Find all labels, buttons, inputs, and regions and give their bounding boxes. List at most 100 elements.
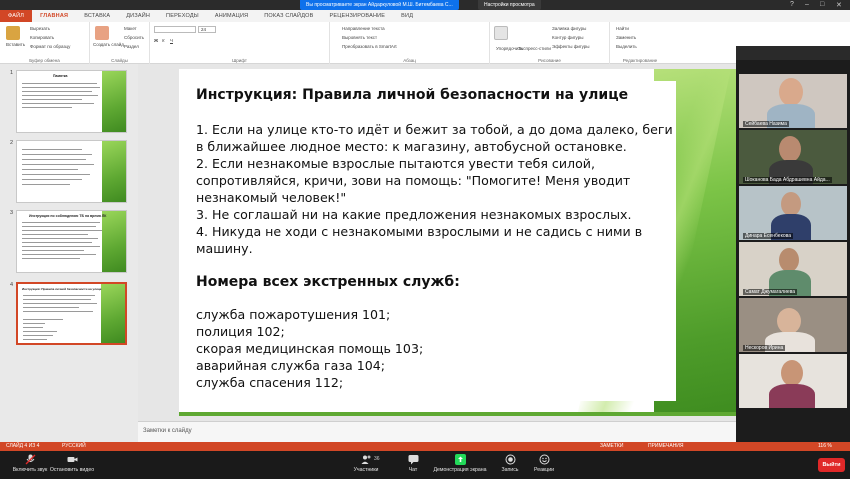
new-slide-icon[interactable] <box>95 26 109 40</box>
thumb-text-line <box>22 250 84 252</box>
thumb-text-line <box>22 154 92 156</box>
shape-fill-button[interactable]: Заливка фигуры <box>552 26 586 31</box>
service-ambulance: скорая медицинская помощь 103; <box>196 341 424 356</box>
tab-transitions[interactable]: ПЕРЕХОДЫ <box>158 10 207 22</box>
tab-view[interactable]: ВИД <box>393 10 421 22</box>
font-family-select[interactable] <box>154 26 196 33</box>
slide-counter: СЛАЙД 4 ИЗ 4 <box>6 443 40 449</box>
text-direction-button[interactable]: Направление текста <box>342 26 385 31</box>
align-text-button[interactable]: Выровнять текст <box>342 35 377 40</box>
thumb-green-bar <box>102 141 126 202</box>
participant-tile[interactable] <box>739 354 847 408</box>
thumb-text-line <box>22 258 80 260</box>
thumb-text-line <box>22 246 100 248</box>
stop-video-label: Остановить видео <box>49 467 95 473</box>
minimize-icon[interactable]: – <box>805 1 809 8</box>
font-size-select[interactable]: 24 <box>198 26 216 33</box>
video-gallery: Сейбаева Назима Шоканова Бада Абдрашевна… <box>736 46 850 442</box>
select-button[interactable]: Выделить <box>616 44 637 49</box>
clipboard-group-label: Буфер обмена <box>29 58 60 63</box>
tab-slideshow[interactable]: ПОКАЗ СЛАЙДОВ <box>256 10 321 22</box>
thumb-text-line <box>23 319 63 321</box>
chat-icon <box>408 454 419 465</box>
slide-heading: Инструкция: Правила личной безопасности … <box>196 87 629 103</box>
zoom-toolbar: Включить звук Остановить видео Участники… <box>0 451 850 479</box>
current-slide[interactable]: Инструкция: Правила личной безопасности … <box>179 69 796 416</box>
find-button[interactable]: Найти <box>616 26 629 31</box>
maximize-icon[interactable]: □ <box>820 1 824 8</box>
bold-button[interactable]: Ж <box>154 38 158 43</box>
leave-button[interactable]: Выйти <box>818 458 845 472</box>
layout-button[interactable]: Макет <box>124 26 137 31</box>
shapes-gallery[interactable] <box>494 26 508 40</box>
notes-placeholder: Заметки к слайду <box>143 428 192 434</box>
participant-tile[interactable]: Нескоров Ирина <box>739 298 847 352</box>
shape-effects-button[interactable]: Эффекты фигуры <box>552 44 590 49</box>
slide-point-3: 3. Не соглашай ни на какие предложения н… <box>196 207 632 222</box>
editing-group-label: Редактирование <box>622 58 658 63</box>
ribbon-tabs: ФАЙЛ ГЛАВНАЯ ВСТАВКА ДИЗАЙН ПЕРЕХОДЫ АНИ… <box>0 10 850 22</box>
thumb-text-line <box>23 299 91 301</box>
new-slide-button[interactable]: Создать слайд <box>93 42 124 47</box>
participant-face <box>781 360 803 386</box>
thumb-text-line <box>22 99 82 101</box>
paste-button[interactable]: Вставить <box>6 42 25 47</box>
section-button[interactable]: Раздел <box>124 44 139 49</box>
thumb-number: 1 <box>10 70 14 76</box>
shape-outline-button[interactable]: Контур фигуры <box>552 35 583 40</box>
replace-button[interactable]: Заменить <box>616 35 636 40</box>
paragraph-group: Направление текста Выровнять текст Преоб… <box>330 22 490 64</box>
slides-group: Создать слайд Макет Сбросить Раздел Слай… <box>90 22 150 64</box>
help-icon[interactable]: ? <box>790 1 794 8</box>
slide-thumbnail-2[interactable] <box>16 140 127 203</box>
share-screen-icon <box>454 454 466 465</box>
copy-button[interactable]: Копировать <box>30 35 54 40</box>
participants-label: Участники <box>353 467 379 473</box>
slide-point-2: 2. Если незнакомые взрослые пытаются уве… <box>196 156 631 205</box>
slide-thumbnail-3[interactable]: Инструкция по соблюдению ТБ на время ЛК <box>16 210 127 273</box>
notes-toggle[interactable]: ЗАМЕТКИ <box>600 442 623 451</box>
thumb-text-line <box>22 184 70 186</box>
stop-video-button[interactable]: Остановить видео <box>42 454 102 473</box>
thumb-text-line <box>22 83 97 85</box>
underline-button[interactable]: Ч <box>170 38 173 43</box>
clipboard-group: Вставить Вырезать Копировать Формат по о… <box>0 22 90 64</box>
comments-toggle[interactable]: ПРИМЕЧАНИЯ <box>648 442 684 451</box>
thumb-title: Инструкция: Правила личной безопасности … <box>22 287 102 291</box>
slide-thumbnail-4[interactable]: Инструкция: Правила личной безопасности … <box>16 282 127 345</box>
reactions-button[interactable]: Реакции <box>514 454 574 473</box>
participant-body <box>769 384 815 408</box>
convert-smartart-button[interactable]: Преобразовать в SmartArt <box>342 44 397 49</box>
cut-button[interactable]: Вырезать <box>30 26 50 31</box>
language-indicator[interactable]: РУССКИЙ <box>62 442 86 451</box>
participant-tile[interactable]: Сейбаева Назима <box>739 74 847 128</box>
participant-tile[interactable]: Динара Есенбекова <box>739 186 847 240</box>
tab-review[interactable]: РЕЦЕНЗИРОВАНИЕ <box>321 10 393 22</box>
format-painter-button[interactable]: Формат по образцу <box>30 44 70 49</box>
tab-insert[interactable]: ВСТАВКА <box>76 10 118 22</box>
paste-icon[interactable] <box>6 26 20 40</box>
tab-file[interactable]: ФАЙЛ <box>0 10 33 22</box>
view-options-button[interactable]: Настройки просмотра <box>478 0 541 10</box>
tab-design[interactable]: ДИЗАЙН <box>118 10 158 22</box>
slide-text-box[interactable]: Инструкция: Правила личной безопасности … <box>196 81 676 401</box>
service-gas: аварийная служба газа 104; <box>196 358 386 373</box>
ribbon: Вставить Вырезать Копировать Формат по о… <box>0 22 850 64</box>
reactions-icon <box>539 454 550 465</box>
italic-button[interactable]: К <box>162 38 165 43</box>
thumb-title: Инструкция по соблюдению ТБ на время ЛК <box>29 214 107 218</box>
status-bar: СЛАЙД 4 ИЗ 4 РУССКИЙ ЗАМЕТКИ ПРИМЕЧАНИЯ … <box>0 442 850 451</box>
slide-subheading: Номера всех экстренных служб: <box>196 274 460 290</box>
font-group-label: Шрифт <box>232 58 247 63</box>
notes-pane[interactable]: Заметки к слайду <box>138 421 736 442</box>
participant-tile[interactable]: Шоканова Бада Абдрашевна Айда... <box>739 130 847 184</box>
slide-thumbnail-1[interactable]: Памятка <box>16 70 127 133</box>
zoom-level[interactable]: 116 % <box>818 442 832 451</box>
quick-styles-button[interactable]: Экспресс-стили <box>518 46 551 51</box>
tab-animation[interactable]: АНИМАЦИЯ <box>207 10 256 22</box>
tab-home[interactable]: ГЛАВНАЯ <box>32 10 76 22</box>
close-icon[interactable]: ✕ <box>836 1 842 9</box>
participant-tile[interactable]: Самат Джумагалиева <box>739 242 847 296</box>
participant-name: Самат Джумагалиева <box>743 289 798 295</box>
reset-button[interactable]: Сбросить <box>124 35 144 40</box>
